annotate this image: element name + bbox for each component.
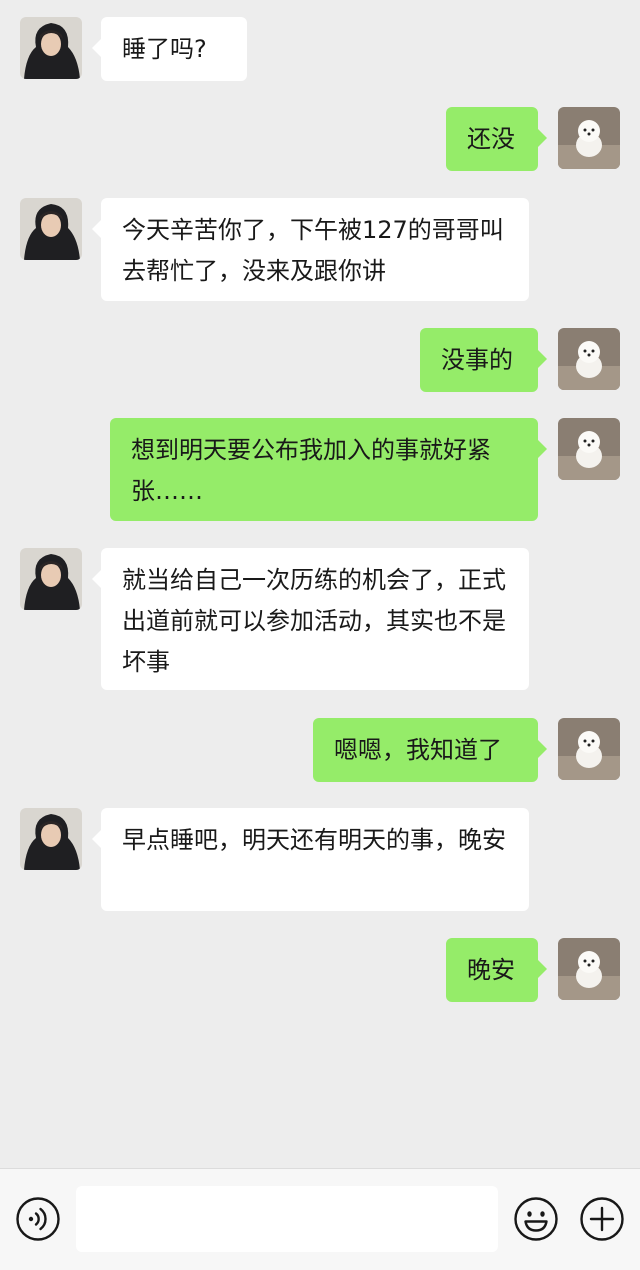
contact-avatar[interactable] bbox=[20, 548, 82, 610]
chat-messages-area[interactable]: 睡了吗? 还没 今天辛苦你了，下午被127的哥哥叫去帮忙了，没来及跟你讲 没事的 bbox=[0, 0, 640, 1168]
my-avatar[interactable] bbox=[558, 718, 620, 780]
message-bubble-sent[interactable]: 还没 bbox=[446, 107, 547, 171]
contact-avatar[interactable] bbox=[20, 808, 82, 870]
message-bubble-sent[interactable]: 晚安 bbox=[446, 938, 547, 1002]
message-bubble-received[interactable]: 睡了吗? bbox=[92, 17, 247, 81]
message-bubble-sent[interactable]: 想到明天要公布我加入的事就好紧张…… bbox=[110, 418, 547, 521]
input-bar bbox=[0, 1168, 640, 1270]
message-bubble-received[interactable]: 今天辛苦你了，下午被127的哥哥叫去帮忙了，没来及跟你讲 bbox=[92, 198, 529, 301]
emoji-icon[interactable] bbox=[513, 1196, 559, 1242]
message-input[interactable] bbox=[76, 1186, 498, 1252]
message-bubble-sent[interactable]: 没事的 bbox=[420, 328, 547, 392]
voice-icon[interactable] bbox=[15, 1196, 61, 1242]
plus-icon[interactable] bbox=[579, 1196, 625, 1242]
my-avatar[interactable] bbox=[558, 328, 620, 390]
message-bubble-received[interactable]: 就当给自己一次历练的机会了，正式出道前就可以参加活动，其实也不是坏事 bbox=[92, 548, 529, 690]
my-avatar[interactable] bbox=[558, 418, 620, 480]
my-avatar[interactable] bbox=[558, 107, 620, 169]
message-bubble-sent[interactable]: 嗯嗯，我知道了 bbox=[313, 718, 547, 782]
contact-avatar[interactable] bbox=[20, 198, 82, 260]
contact-avatar[interactable] bbox=[20, 17, 82, 79]
message-bubble-received[interactable]: 早点睡吧，明天还有明天的事，晚安 bbox=[92, 808, 529, 911]
my-avatar[interactable] bbox=[558, 938, 620, 1000]
